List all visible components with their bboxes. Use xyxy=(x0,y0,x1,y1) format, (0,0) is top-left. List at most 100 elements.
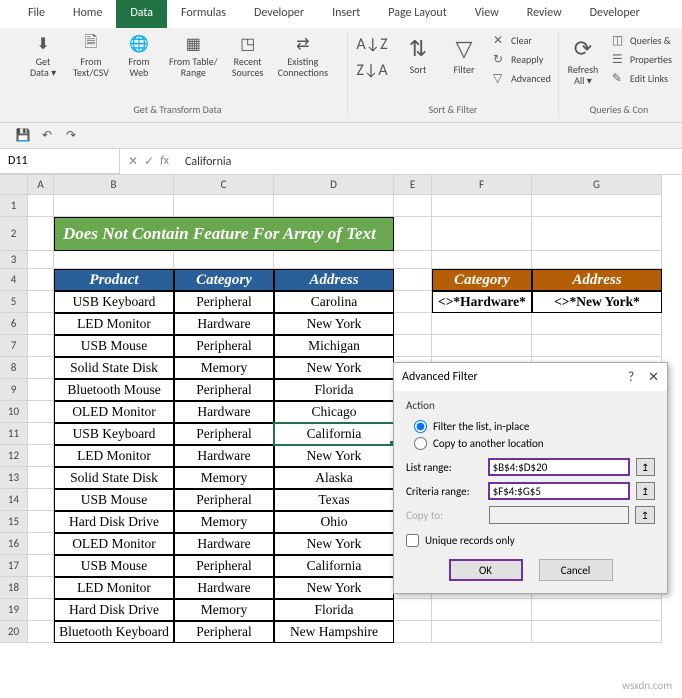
row-header[interactable]: 4 xyxy=(0,269,28,291)
cell-B5[interactable]: USB Keyboard xyxy=(54,291,174,313)
enter-formula-icon[interactable]: ✓ xyxy=(144,154,154,169)
row-header[interactable]: 18 xyxy=(0,577,28,599)
cell-C19[interactable]: Memory xyxy=(174,599,274,621)
cell-A19[interactable] xyxy=(28,599,54,621)
cell-D15[interactable]: Ohio xyxy=(274,511,394,533)
col-header-A[interactable]: A xyxy=(28,175,54,195)
cell-B7[interactable]: USB Mouse xyxy=(54,335,174,357)
cell-A12[interactable] xyxy=(28,445,54,467)
filter-in-place-radio[interactable] xyxy=(414,420,427,433)
row-header[interactable]: 11 xyxy=(0,423,28,445)
tab-file[interactable]: File xyxy=(14,0,59,28)
cell-C9[interactable]: Peripheral xyxy=(174,379,274,401)
cell-G3[interactable] xyxy=(532,251,662,269)
row-header[interactable]: 10 xyxy=(0,401,28,423)
filter-in-place-option[interactable]: Filter the list, in-place xyxy=(406,418,655,435)
cell-D10[interactable]: Chicago xyxy=(274,401,394,423)
criteria-range-ref-button[interactable]: ↥ xyxy=(636,482,655,500)
cell-B9[interactable]: Bluetooth Mouse xyxy=(54,379,174,401)
cell-A14[interactable] xyxy=(28,489,54,511)
cell-G6[interactable] xyxy=(532,313,662,335)
cell-C16[interactable]: Hardware xyxy=(174,533,274,555)
row-header[interactable]: 9 xyxy=(0,379,28,401)
cell-B11[interactable]: USB Keyboard xyxy=(54,423,174,445)
cell-G2[interactable] xyxy=(532,217,662,251)
cell-D19[interactable]: Florida xyxy=(274,599,394,621)
cell-G20[interactable] xyxy=(532,621,662,643)
cell-E4[interactable] xyxy=(394,269,432,291)
cell-A6[interactable] xyxy=(28,313,54,335)
cell-G1[interactable] xyxy=(532,195,662,217)
cell-B8[interactable]: Solid State Disk xyxy=(54,357,174,379)
cell-B12[interactable]: LED Monitor xyxy=(54,445,174,467)
cell-D3[interactable] xyxy=(274,251,394,269)
cell-C17[interactable]: Peripheral xyxy=(174,555,274,577)
dialog-close-button[interactable]: ✕ xyxy=(648,370,659,385)
col-header-D[interactable]: D xyxy=(274,175,394,195)
cell-C12[interactable]: Hardware xyxy=(174,445,274,467)
row-header[interactable]: 12 xyxy=(0,445,28,467)
filter-button[interactable]: ▽Filter xyxy=(444,32,484,77)
formula-input[interactable]: California xyxy=(177,155,682,169)
ribbon-subitem[interactable]: ↻Reapply xyxy=(490,51,554,68)
cell-B16[interactable]: OLED Monitor xyxy=(54,533,174,555)
cell-A4[interactable] xyxy=(28,269,54,291)
sort-asc-button[interactable]: A↓Z xyxy=(352,32,392,56)
tab-developer-2[interactable]: Developer xyxy=(576,0,654,28)
cell-D5[interactable]: Carolina xyxy=(274,291,394,313)
ribbon-subitem[interactable]: ✕Clear xyxy=(490,32,554,49)
cell-B14[interactable]: USB Mouse xyxy=(54,489,174,511)
cell-E3[interactable] xyxy=(394,251,432,269)
cell-B17[interactable]: USB Mouse xyxy=(54,555,174,577)
cell-A1[interactable] xyxy=(28,195,54,217)
ribbon-subitem[interactable]: ✎Edit Links xyxy=(609,70,675,87)
cell-C6[interactable]: Hardware xyxy=(174,313,274,335)
cell-A13[interactable] xyxy=(28,467,54,489)
row-header[interactable]: 8 xyxy=(0,357,28,379)
dialog-help-button[interactable]: ? xyxy=(628,370,634,385)
cell-A20[interactable] xyxy=(28,621,54,643)
cell-E7[interactable] xyxy=(394,335,432,357)
save-button[interactable]: 💾 xyxy=(14,127,32,145)
cell-B13[interactable]: Solid State Disk xyxy=(54,467,174,489)
cell-C18[interactable]: Hardware xyxy=(174,577,274,599)
ribbon-subitem[interactable]: ☰Properties xyxy=(609,51,675,68)
cell-A7[interactable] xyxy=(28,335,54,357)
row-header[interactable]: 5 xyxy=(0,291,28,313)
cell-D13[interactable]: Alaska xyxy=(274,467,394,489)
row-header[interactable]: 1 xyxy=(0,195,28,217)
cell-F6[interactable] xyxy=(432,313,532,335)
cell-E6[interactable] xyxy=(394,313,432,335)
cell-C7[interactable]: Peripheral xyxy=(174,335,274,357)
cancel-button[interactable]: Cancel xyxy=(539,559,613,581)
cell-E1[interactable] xyxy=(394,195,432,217)
redo-button[interactable]: ↷ xyxy=(62,127,80,145)
cell-C4[interactable]: Category xyxy=(174,269,274,291)
tab-home[interactable]: Home xyxy=(59,0,116,28)
row-header[interactable]: 20 xyxy=(0,621,28,643)
cell-C5[interactable]: Peripheral xyxy=(174,291,274,313)
cell-A2[interactable] xyxy=(28,217,54,251)
refresh-all-button[interactable]: ⟳Refresh All ▾ xyxy=(563,32,603,88)
cell-G4[interactable]: Address xyxy=(532,269,662,291)
copy-to-location-radio[interactable] xyxy=(414,437,427,450)
cell-C8[interactable]: Memory xyxy=(174,357,274,379)
cell-C14[interactable]: Peripheral xyxy=(174,489,274,511)
cell-F5[interactable]: <>*Hardware* xyxy=(432,291,532,313)
fx-icon[interactable]: fx xyxy=(160,154,169,169)
tab-formulas[interactable]: Formulas xyxy=(167,0,240,28)
cell-E5[interactable] xyxy=(394,291,432,313)
cell-D4[interactable]: Address xyxy=(274,269,394,291)
cell-G7[interactable] xyxy=(532,335,662,357)
cell-C1[interactable] xyxy=(174,195,274,217)
cell-D17[interactable]: California xyxy=(274,555,394,577)
copy-to-location-option[interactable]: Copy to another location xyxy=(406,435,655,452)
cell-F1[interactable] xyxy=(432,195,532,217)
list-range-input[interactable] xyxy=(488,458,630,476)
col-header-G[interactable]: G xyxy=(532,175,662,195)
col-header-E[interactable]: E xyxy=(394,175,432,195)
cell-C11[interactable]: Peripheral xyxy=(174,423,274,445)
cell-A11[interactable] xyxy=(28,423,54,445)
col-header-F[interactable]: F xyxy=(432,175,532,195)
select-all-corner[interactable] xyxy=(0,175,28,195)
